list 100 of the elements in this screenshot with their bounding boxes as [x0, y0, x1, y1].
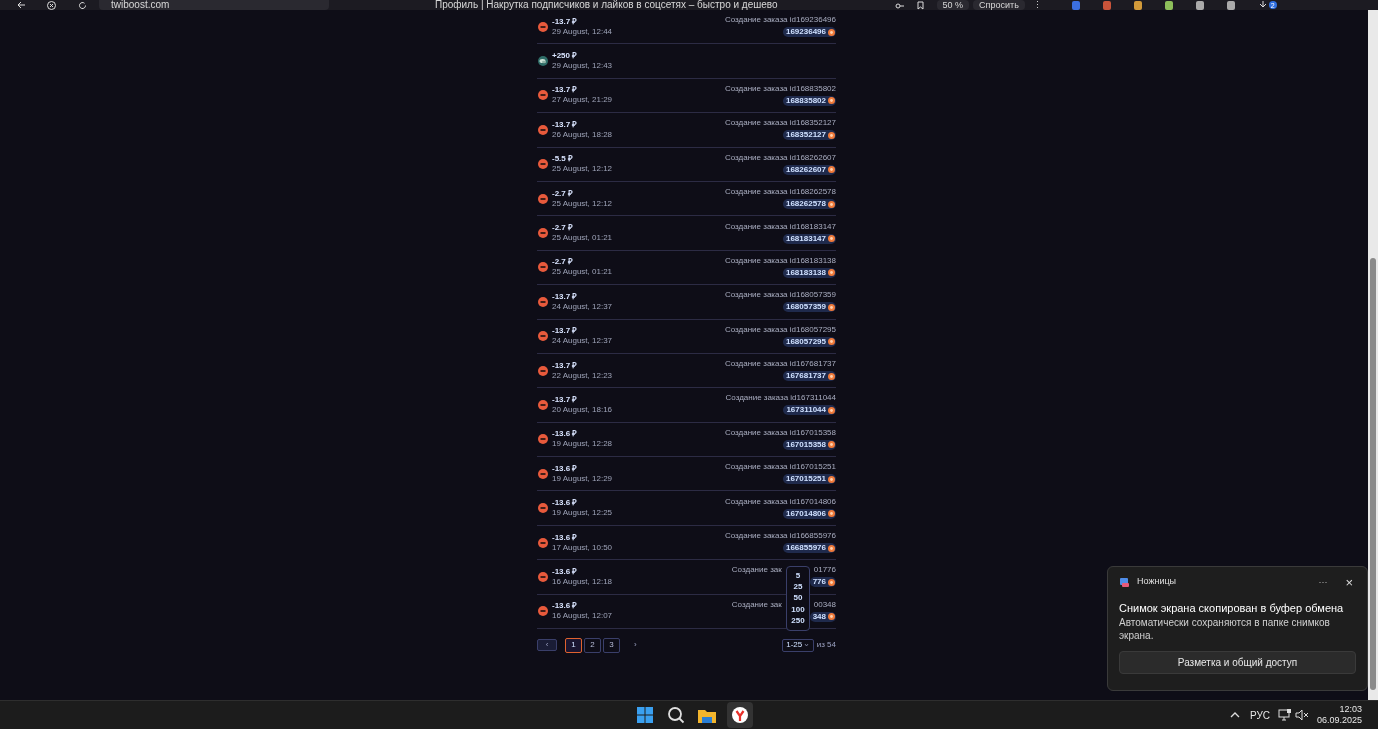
coin-icon [828, 510, 835, 518]
order-id-badge[interactable]: 167015251 [782, 474, 836, 485]
close-button[interactable]: × [1345, 575, 1353, 589]
amount: -13.6 ₽ [552, 464, 579, 473]
language-indicator[interactable]: РУС [1250, 707, 1271, 723]
minus-icon [538, 503, 548, 514]
bookmark-icon[interactable] [915, 0, 925, 10]
address-bar[interactable]: twiboost.com [99, 0, 329, 10]
scrollbar[interactable] [1368, 10, 1378, 700]
menu-option[interactable]: 50 [793, 594, 803, 603]
extension-icon[interactable] [1225, 0, 1236, 10]
download-icon[interactable] [1257, 0, 1268, 10]
order-id-badge[interactable]: 168262578 [782, 199, 836, 210]
order-description: Создание зак [731, 566, 782, 575]
coin-icon [828, 475, 835, 483]
page-button[interactable]: 3 [603, 637, 620, 653]
amount: -5.5 ₽ [552, 155, 574, 164]
clock[interactable]: 12:03 06.09.2025 [1317, 704, 1363, 726]
order-description: Создание заказа id168183138 [724, 256, 836, 265]
menu-option[interactable]: 25 [793, 583, 803, 592]
order-id-badge[interactable]: 168262607 [782, 164, 836, 175]
amount: -2.7 ₽ [552, 189, 574, 198]
close-icon[interactable] [47, 0, 56, 10]
menu-option[interactable]: 250 [791, 616, 805, 625]
network-icon[interactable] [1278, 709, 1293, 721]
coin-icon [828, 200, 835, 208]
date: 25 August, 12:12 [552, 199, 613, 208]
scrollbar-thumb[interactable] [1370, 258, 1376, 690]
zoom-button[interactable]: 50 % [936, 0, 970, 10]
minus-icon [538, 159, 548, 170]
order-id-badge[interactable]: 167311044 [783, 405, 836, 416]
coin-icon [828, 97, 835, 105]
order-id-badge[interactable]: 166855976 [782, 543, 836, 554]
amount: -13.7 ₽ [552, 292, 579, 301]
date: 26 August, 18:28 [552, 130, 613, 139]
amount: -13.6 ₽ [552, 499, 579, 508]
date: 25 August, 01:21 [552, 268, 613, 277]
amount: -13.6 ₽ [552, 602, 579, 611]
back-icon[interactable] [16, 1, 26, 9]
per-page-select[interactable]: 1-25 [781, 638, 814, 652]
extension-icon[interactable] [1194, 0, 1205, 10]
coin-icon [828, 578, 835, 586]
page-button[interactable]: 1 [565, 637, 582, 653]
next-page-button[interactable]: › [634, 641, 637, 650]
notification-title: Снимок экрана скопирован в буфер обмена [1119, 602, 1345, 615]
order-id-badge[interactable]: 168057359 [782, 302, 836, 313]
menu-option[interactable]: 5 [795, 572, 801, 581]
date: 17 August, 10:50 [552, 543, 613, 552]
date: 25 August, 12:12 [552, 165, 613, 174]
coin-icon [828, 166, 835, 174]
key-icon[interactable] [894, 0, 904, 10]
minus-icon [538, 296, 548, 307]
extension-icon[interactable] [1101, 0, 1112, 10]
coin-icon [828, 131, 835, 139]
search-icon[interactable] [665, 704, 687, 726]
order-id-badge[interactable]: 167015358 [782, 439, 836, 450]
date: 27 August, 21:29 [552, 96, 613, 105]
extension-icon[interactable] [1132, 0, 1143, 10]
coin-icon [828, 28, 835, 36]
order-id-badge[interactable]: 169236496 [782, 27, 836, 38]
browser-icon[interactable] [727, 702, 753, 728]
order-id-badge[interactable]: 167014806 [782, 508, 836, 519]
menu-option[interactable]: 100 [791, 605, 805, 614]
amount: -13.6 ₽ [552, 533, 579, 542]
extension-icon[interactable] [1163, 0, 1174, 10]
order-id-badge[interactable]: 168835802 [782, 95, 836, 106]
order-description: Создание заказа id167014806 [724, 497, 836, 506]
start-icon[interactable] [634, 704, 656, 726]
markup-share-button[interactable]: Разметка и общий доступ [1119, 651, 1356, 674]
chevron-up-icon[interactable] [1229, 710, 1241, 720]
order-description: Создание заказа id168262578 [724, 188, 836, 197]
extension-icon[interactable] [1070, 0, 1081, 10]
order-id-badge[interactable]: 776 [809, 577, 836, 588]
coin-icon [828, 544, 835, 552]
notification-body: Автоматически сохраняются в папке снимков экрана. [1119, 616, 1331, 642]
order-id-badge[interactable]: 168183147 [782, 233, 836, 244]
previous-page-button[interactable]: ‹ [537, 639, 557, 652]
order-id-badge[interactable]: 348 [809, 611, 836, 622]
order-id-badge[interactable]: 168057295 [782, 336, 836, 347]
order-description: Создание заказа id168352127 [724, 119, 836, 128]
minus-icon [538, 331, 548, 342]
ask-button[interactable]: Спросить [973, 0, 1025, 10]
minus-icon [538, 124, 548, 135]
amount: -13.7 ₽ [552, 361, 579, 370]
muted-speaker-icon[interactable] [1295, 709, 1310, 721]
order-id-badge[interactable]: 168183138 [782, 267, 836, 278]
minus-icon [538, 400, 548, 410]
order-id-badge[interactable]: 168352127 [782, 130, 836, 141]
date: 22 August, 12:23 [552, 371, 613, 380]
page-button[interactable]: 2 [584, 637, 601, 653]
reload-icon[interactable] [78, 0, 87, 10]
more-button[interactable]: ··· [1318, 577, 1328, 587]
date: 16 August, 12:07 [552, 612, 613, 621]
minus-icon [538, 571, 548, 582]
order-description: Создание зак [731, 600, 782, 609]
menu-button[interactable]: ⋮ [1032, 0, 1042, 10]
order-id-badge[interactable]: 167681737 [782, 371, 836, 382]
date: 24 August, 12:37 [552, 302, 613, 311]
app-name: Ножницы [1137, 575, 1177, 589]
page-title: Профиль | Накрутка подписчиков и лайков в соцсетях – быстро и дешево [435, 0, 778, 10]
